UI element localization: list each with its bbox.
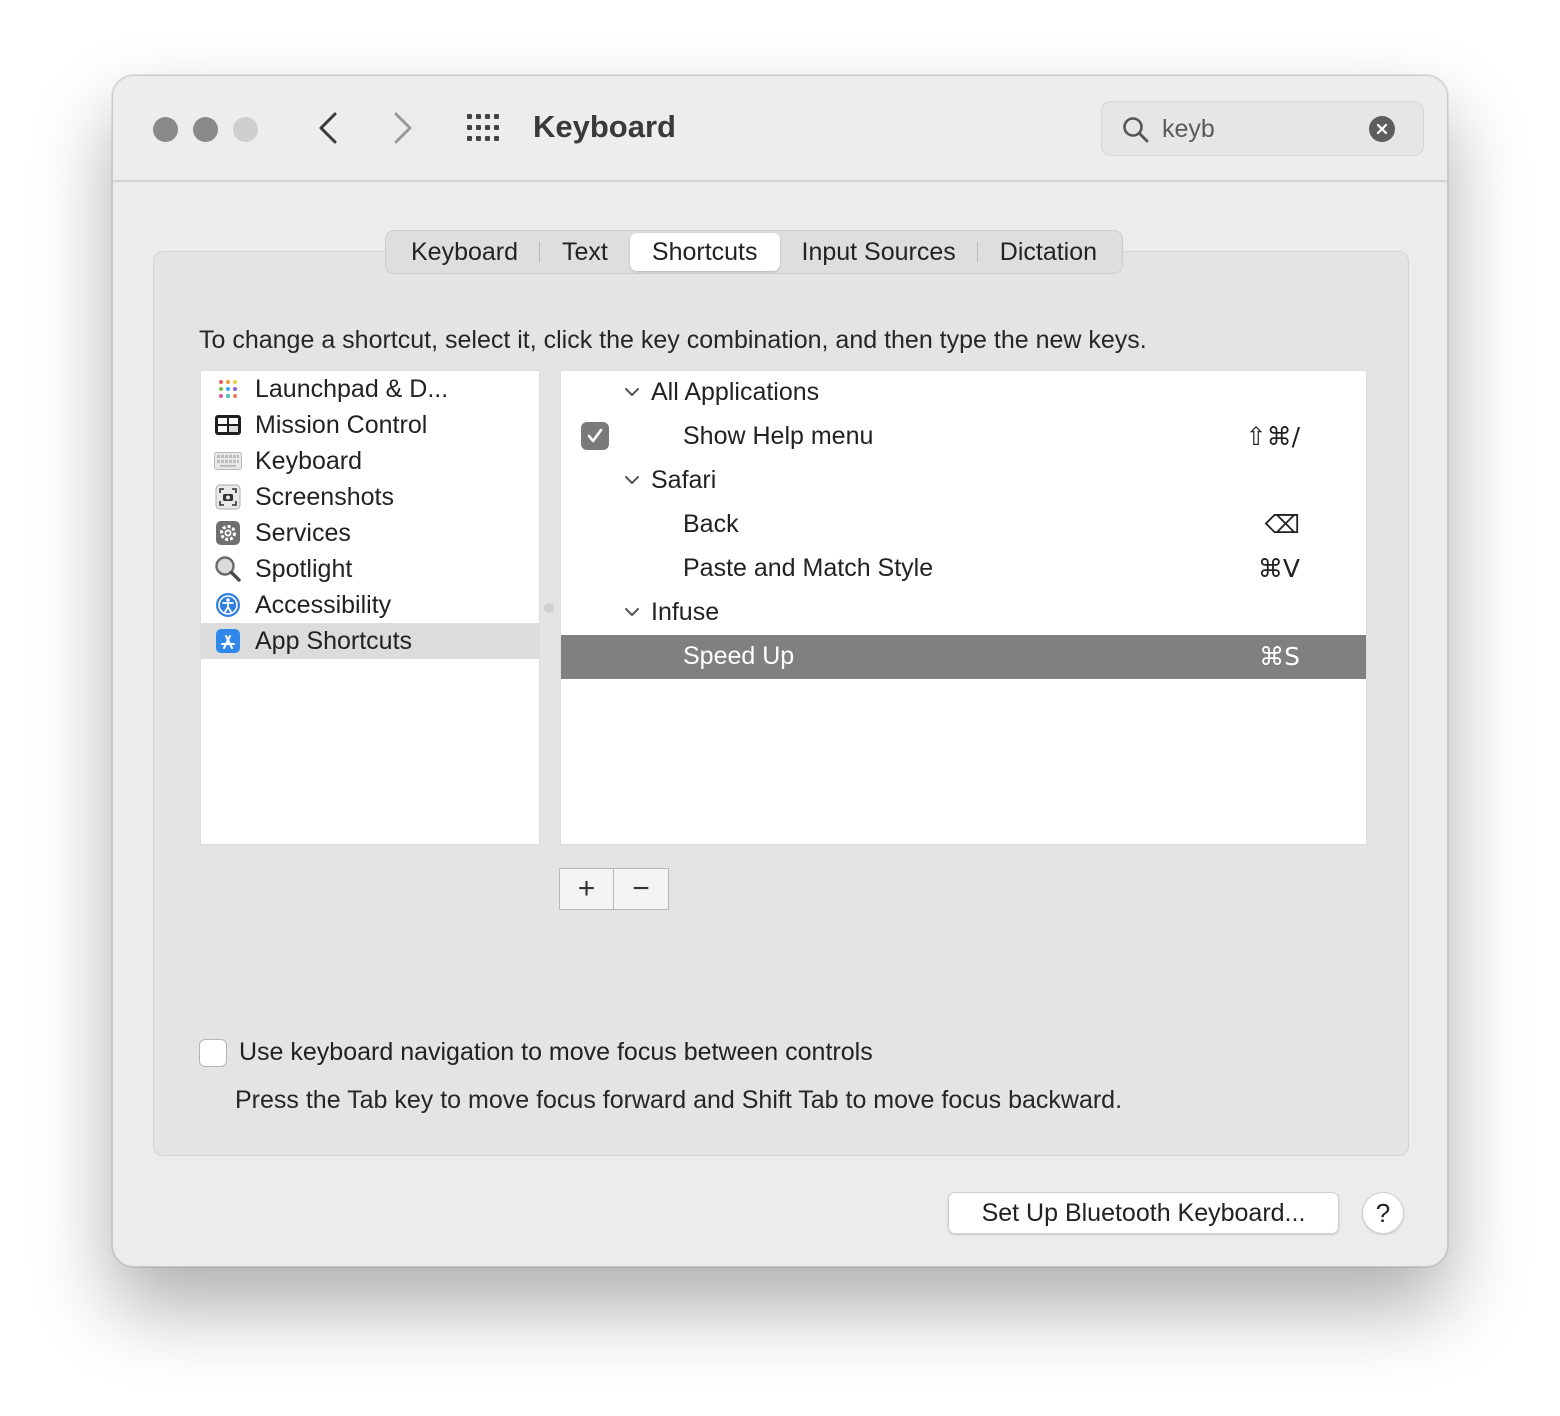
category-spotlight[interactable]: Spotlight [201,551,539,587]
close-icon [1376,123,1388,135]
window-title: Keyboard [533,109,676,144]
tab-dictation[interactable]: Dictation [978,233,1119,271]
category-label: Screenshots [255,482,394,511]
screenshot-icon [213,482,243,512]
chevron-right-icon [394,112,412,144]
gear-icon [213,518,243,548]
search-input[interactable] [1162,112,1362,146]
shortcut-row[interactable]: Back ⌫ [561,503,1366,547]
split-view-handle[interactable] [544,603,554,613]
category-screenshots[interactable]: Screenshots [201,479,539,515]
category-label: Services [255,518,351,547]
close-window-button[interactable] [153,117,178,142]
shortcut-label: Show Help menu [683,422,874,450]
launchpad-icon [213,374,243,404]
group-label: Infuse [651,598,720,626]
tab-bar: Keyboard Text Shortcuts Input Sources Di… [385,230,1124,274]
keyboard-icon [213,446,243,476]
zoom-window-button[interactable] [233,117,258,142]
clear-search-button[interactable] [1369,116,1395,142]
setup-bluetooth-keyboard-button[interactable]: Set Up Bluetooth Keyboard... [948,1192,1339,1234]
chevron-down-icon [625,388,639,396]
shortcut-row-selected[interactable]: Speed Up ⌘S [561,635,1366,679]
back-button[interactable] [308,108,348,148]
help-button[interactable]: ? [1362,1192,1404,1234]
shortcut-enabled-checkbox[interactable] [581,422,609,450]
group-label: Safari [651,466,717,494]
shortcut-keys[interactable]: ⌘S [1259,642,1300,671]
category-label: Mission Control [255,410,428,439]
group-row-safari[interactable]: Safari [561,459,1366,503]
chevron-down-icon [625,608,639,616]
preferences-window: Keyboard Keyboard Text Shortcuts Input S… [112,75,1448,1267]
accessibility-icon [213,590,243,620]
category-label: App Shortcuts [255,626,413,655]
chevron-left-icon [319,112,337,144]
keyboard-navigation-label: Use keyboard navigation to move focus be… [239,1038,873,1066]
shortcut-keys[interactable]: ⌘V [1258,554,1300,583]
category-accessibility[interactable]: Accessibility [201,587,539,623]
shortcut-label: Speed Up [683,642,795,670]
tab-input-sources[interactable]: Input Sources [780,233,979,271]
shortcut-list: All Applications Show Help menu ⇧⌘/ Safa… [560,370,1367,845]
category-label: Keyboard [255,446,363,475]
category-label: Launchpad & D... [255,374,449,403]
add-shortcut-button[interactable]: + [560,869,615,909]
shortcut-label: Back [683,510,739,538]
group-row-all-applications[interactable]: All Applications [561,371,1366,415]
category-launchpad[interactable]: Launchpad & D... [201,371,539,407]
tab-text[interactable]: Text [540,233,630,271]
category-app-shortcuts[interactable]: App Shortcuts [201,623,539,659]
category-list: Launchpad & D... Mission Control Keyboar… [200,370,540,845]
category-services[interactable]: Services [201,515,539,551]
shortcut-row[interactable]: Show Help menu ⇧⌘/ [561,415,1366,459]
forward-button[interactable] [383,108,423,148]
minimize-window-button[interactable] [193,117,218,142]
tab-keyboard[interactable]: Keyboard [389,233,541,271]
category-label: Accessibility [255,590,392,619]
category-mission-control[interactable]: Mission Control [201,407,539,443]
shortcut-row[interactable]: Paste and Match Style ⌘V [561,547,1366,591]
keyboard-navigation-checkbox[interactable] [199,1039,227,1067]
shortcut-keys[interactable]: ⌫ [1265,510,1300,539]
add-remove-control: + − [559,868,669,910]
tab-shortcuts[interactable]: Shortcuts [629,233,780,271]
shortcut-keys[interactable]: ⇧⌘/ [1246,422,1300,451]
chevron-down-icon [625,476,639,484]
category-keyboard[interactable]: Keyboard [201,443,539,479]
remove-shortcut-button[interactable]: − [614,869,668,909]
search-icon [1123,117,1149,143]
mission-control-icon [213,410,243,440]
group-label: All Applications [651,378,820,406]
magnifier-icon [213,554,243,584]
search-field[interactable] [1101,101,1424,156]
checkmark-icon [587,428,603,443]
group-row-infuse[interactable]: Infuse [561,591,1366,635]
category-label: Spotlight [255,554,353,583]
grid-icon [467,114,499,141]
instructions-text: To change a shortcut, select it, click t… [199,326,1147,354]
app-store-icon [213,626,243,656]
shortcut-label: Paste and Match Style [683,554,934,582]
show-all-button[interactable] [465,112,505,144]
title-bar: Keyboard [113,76,1447,182]
keyboard-navigation-hint: Press the Tab key to move focus forward … [235,1086,1123,1114]
